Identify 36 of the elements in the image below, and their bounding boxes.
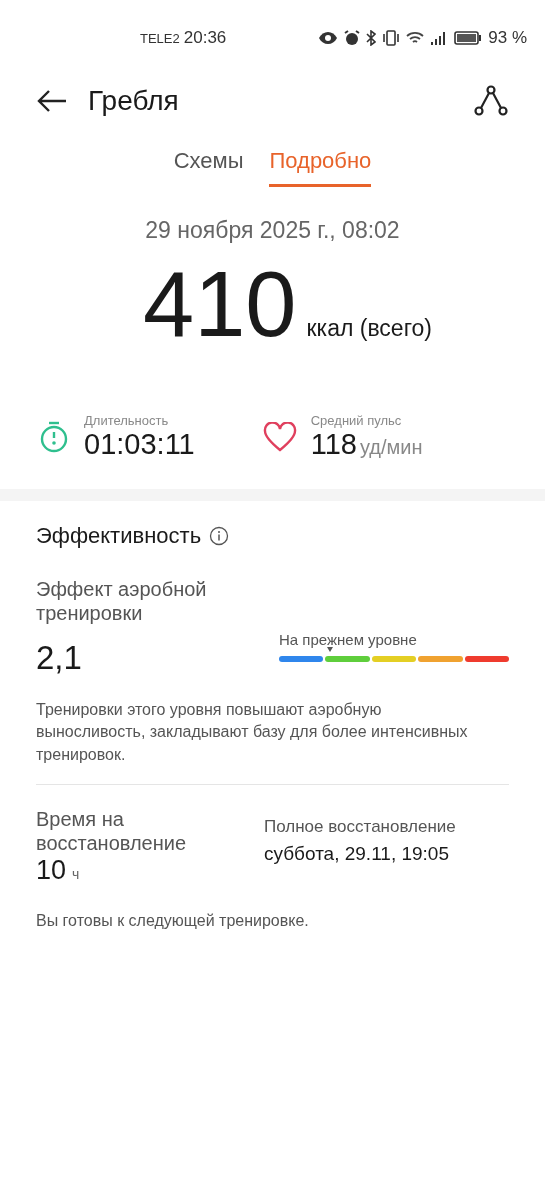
alarm-icon [344,30,361,46]
calories-unit: ккал (всего) [306,315,432,342]
recovery-value: 10 [36,855,67,886]
stopwatch-icon [38,420,70,454]
full-recovery-time: суббота, 29.11, 19:05 [264,843,450,866]
tab[interactable]: Схемы [173,148,244,187]
recovery-label: Время на восстановление [36,807,188,856]
description: Тренировки этого уровня повышают аэробную выносливость, закладывают базу для более интенсивных тренировок. [36,699,509,786]
metric-label: Эффект аэробной тренировки [36,577,208,625]
recovery-unit: ч [72,866,80,883]
heart-icon [262,422,297,452]
battery-percent: 93 % [488,28,527,48]
stat-unit: уд/мин [359,436,423,458]
scale-label: На прежнем уровне [279,631,418,648]
clock: 20:36 [183,28,227,48]
stat-label: Средний пульс [310,413,403,428]
workout-date: 29 ноября 2025 г., 08:02 [144,217,401,244]
battery-icon [454,31,483,45]
wifi-icon [406,31,425,45]
metric-value: 2,1 [36,639,83,677]
info-icon[interactable] [209,526,230,546]
stat-value: 01:03:11 [84,428,195,460]
bluetooth-icon [366,30,377,46]
readiness-note: Вы готовы к следующей тренировке. [36,912,310,931]
page-title: Гребля [88,85,179,117]
full-recovery-label: Полное восстановление [264,817,457,838]
carrier-name: TELE2 [140,30,180,46]
eye-icon [318,31,339,45]
back-arrow-icon[interactable] [36,89,68,113]
calories-value: 410 [143,252,297,357]
stat-value: 118 [310,428,357,460]
share-icon[interactable] [473,85,509,117]
scale-marker [326,647,333,652]
vibrate-icon [382,30,401,46]
section-title: Эффективность [36,523,202,549]
stat-label: Длительность [84,413,170,428]
